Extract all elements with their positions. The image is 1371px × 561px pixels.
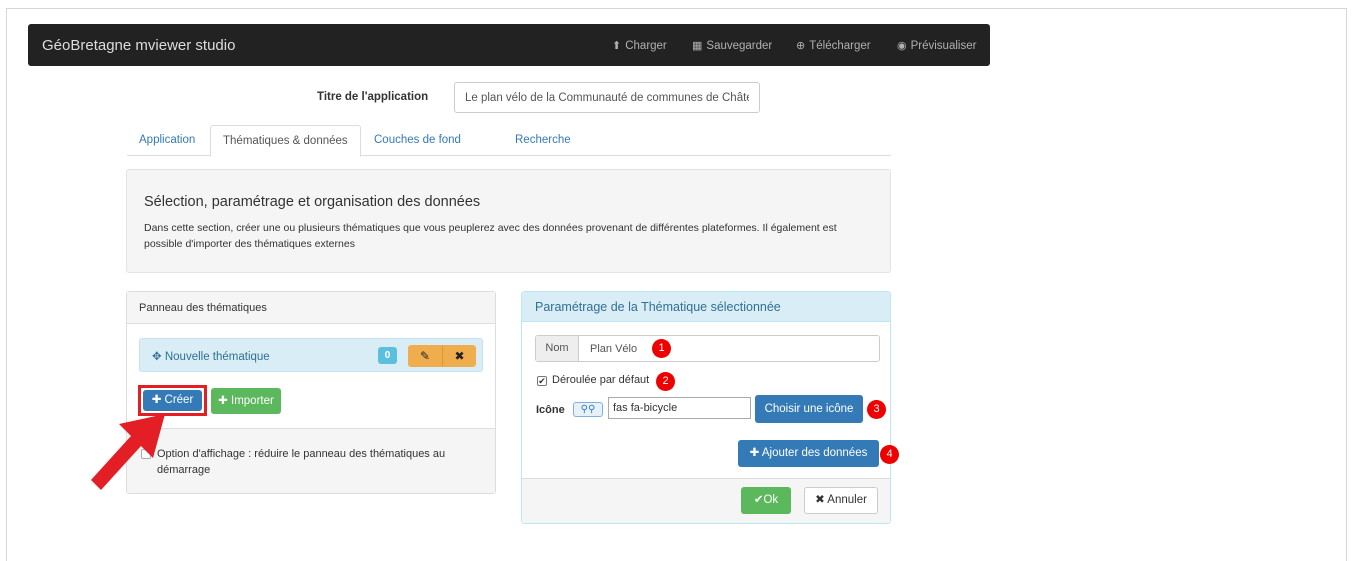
intro-well: Sélection, paramétrage et organisation d… (126, 169, 891, 273)
marker-3: 3 (867, 400, 886, 419)
theme-settings-panel: Paramétrage de la Thématique sélectionné… (521, 291, 899, 524)
tab-couches-de-fond[interactable]: Couches de fond (362, 125, 473, 156)
delete-theme-button[interactable]: ✖ (442, 345, 476, 367)
icon-label: Icône (536, 404, 565, 416)
themes-panel: Panneau des thématiques ✥ Nouvelle théma… (126, 291, 496, 494)
tab-thematiques-donnees[interactable]: Thématiques & données (210, 125, 361, 157)
intro-description: Dans cette section, créer une ou plusieu… (144, 222, 837, 250)
expanded-default-checkbox[interactable]: ✔ (537, 376, 547, 386)
name-field-group: Nom (535, 335, 880, 362)
theme-list-item[interactable]: ✥ Nouvelle thématique 0 ✎ ✖ (139, 338, 483, 372)
tab-recherche[interactable]: Recherche (503, 125, 583, 156)
theme-settings-footer: ✔Ok ✖ Annuler (522, 478, 890, 523)
ok-label: Ok (763, 494, 779, 506)
close-icon: ✖ (815, 494, 825, 506)
theme-count-badge: 0 (378, 347, 397, 364)
download-icon: ⊕ (796, 40, 806, 52)
download-button[interactable]: ⊕ Télécharger (796, 39, 871, 52)
app-title-label: Titre de l'application (317, 91, 429, 103)
cancel-label: Annuler (827, 494, 867, 506)
name-input[interactable] (580, 336, 879, 361)
theme-item-name: ✥ Nouvelle thématique (152, 349, 270, 363)
themes-panel-footer: Option d'affichage : réduire le panneau … (127, 428, 495, 493)
marker-2: 2 (656, 372, 675, 391)
save-button[interactable]: ▦ Sauvegarder (692, 39, 772, 52)
marker-1: 1 (652, 339, 671, 358)
main-tabs: Application Thématiques & données Couche… (127, 125, 891, 157)
close-icon: ✖ (454, 349, 465, 363)
frame-left-border (6, 8, 7, 561)
expanded-default-label[interactable]: Déroulée par défaut (552, 374, 649, 386)
choose-icon-button[interactable]: Choisir une icône (755, 395, 863, 423)
app-container: GéoBretagne mviewer studio ⬆ Charger ▦ Sau… (28, 24, 990, 550)
themes-panel-title: Panneau des thématiques (127, 292, 495, 324)
name-addon: Nom (536, 336, 579, 361)
add-data-label: Ajouter des données (761, 447, 868, 459)
import-label: Importer (231, 395, 274, 407)
create-label: Créer (164, 394, 194, 406)
ok-button[interactable]: ✔Ok (741, 487, 791, 514)
plus-icon: ✚ (749, 447, 760, 459)
cancel-button[interactable]: ✖ Annuler (804, 487, 878, 514)
plus-icon: ✚ (151, 394, 162, 406)
top-navbar: GéoBretagne mviewer studio ⬆ Charger ▦ Sau… (28, 24, 990, 66)
save-label: Sauvegarder (706, 40, 773, 52)
edit-theme-button[interactable]: ✎ (408, 345, 442, 367)
red-arrow-annotation (91, 414, 165, 490)
intro-title: Sélection, paramétrage et organisation d… (144, 194, 481, 210)
bicycle-icon: ⚲⚲ (573, 402, 603, 417)
frame-right-border (1346, 8, 1347, 561)
plus-icon: ✚ (218, 395, 228, 407)
collapse-option-label[interactable]: Option d'affichage : réduire le panneau … (157, 446, 477, 478)
globe-icon: ◉ (897, 40, 907, 52)
move-icon[interactable]: ✥ (152, 351, 162, 363)
frame-top-border (6, 8, 1346, 9)
preview-label: Prévisualiser (910, 40, 977, 52)
download-label: Télécharger (809, 40, 871, 52)
load-button[interactable]: ⬆ Charger (612, 39, 667, 52)
app-brand[interactable]: GéoBretagne mviewer studio (42, 37, 235, 54)
create-theme-button[interactable]: ✚ Créer (143, 390, 202, 411)
theme-settings-title: Paramétrage de la Thématique sélectionné… (522, 292, 890, 322)
theme-actions: ✎ ✖ (408, 345, 476, 367)
theme-name-text: Nouvelle thématique (164, 351, 270, 363)
import-theme-button[interactable]: ✚ Importer (211, 388, 281, 414)
marker-4: 4 (880, 445, 899, 464)
preview-button[interactable]: ◉ Prévisualiser (897, 39, 976, 52)
upload-icon: ⬆ (612, 40, 622, 52)
load-label: Charger (625, 40, 667, 52)
pencil-icon: ✎ (419, 349, 431, 363)
app-title-input[interactable] (454, 82, 760, 113)
tab-application[interactable]: Application (127, 125, 207, 156)
save-icon: ▦ (692, 40, 703, 52)
add-data-button[interactable]: ✚ Ajouter des données (738, 440, 879, 467)
icon-class-input[interactable] (608, 397, 751, 419)
